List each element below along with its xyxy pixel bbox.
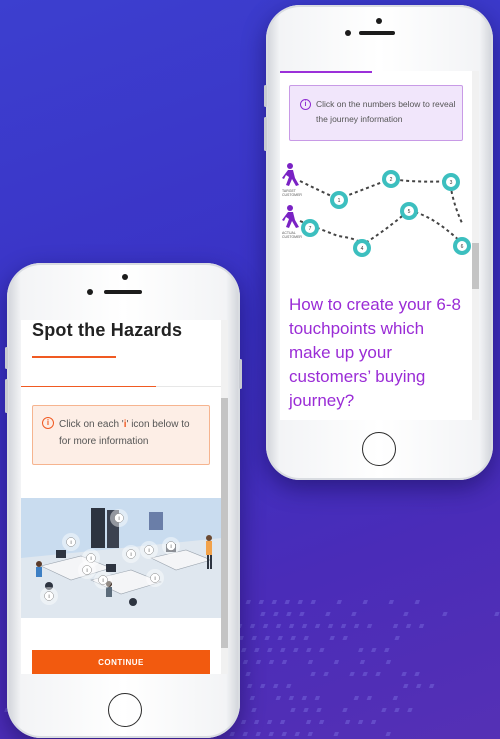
scrollbar-thumb[interactable] <box>221 398 228 648</box>
touchpoint-7[interactable]: 7 <box>301 219 319 237</box>
home-button[interactable] <box>108 693 142 727</box>
phone-camera <box>87 289 93 295</box>
scrollbar-thumb[interactable] <box>472 243 479 289</box>
phone-left: Spot the Hazards i Click on each 'i' ico… <box>7 263 240 738</box>
svg-text:i: i <box>148 548 149 554</box>
svg-text:i: i <box>102 578 103 584</box>
phone-camera <box>122 274 128 280</box>
touchpoint-1[interactable]: 1 <box>330 191 348 209</box>
svg-text:i: i <box>118 516 119 522</box>
phone-camera <box>376 18 382 24</box>
svg-text:6: 6 <box>461 244 464 250</box>
hazard-hotspot[interactable]: i <box>94 571 112 589</box>
progress-rule <box>21 386 156 387</box>
hazard-hotspot[interactable]: i <box>146 569 164 587</box>
phone-side-button <box>264 117 267 151</box>
office-hazard-illustration: i i i i i i i i i i <box>21 498 222 618</box>
target-label-line2: CUSTOMER <box>282 193 302 197</box>
svg-text:i: i <box>70 540 71 546</box>
target-customer-figure <box>282 163 299 186</box>
progress-rule <box>280 71 372 73</box>
continue-button[interactable]: CONTINUE <box>32 650 210 674</box>
info-icon: i <box>42 417 54 429</box>
svg-text:1: 1 <box>338 198 341 204</box>
phone-side-button <box>5 379 8 413</box>
phone-side-button <box>264 85 267 107</box>
hazard-hotspot[interactable]: i <box>162 537 180 555</box>
svg-text:i: i <box>154 576 155 582</box>
actual-path <box>300 211 462 245</box>
touchpoint-5[interactable]: 5 <box>400 202 418 220</box>
customer-journey-diagram: TARGET CUSTOMER ACTUAL CUSTOMER 1 2 3 4 … <box>280 161 472 271</box>
svg-text:i: i <box>170 544 171 550</box>
hazard-hotspot[interactable]: i <box>40 587 58 605</box>
actual-customer-figure <box>282 205 299 228</box>
actual-label-line2: CUSTOMER <box>282 235 302 239</box>
hazard-hotspot[interactable]: i <box>140 541 158 559</box>
phone-side-button <box>5 347 8 369</box>
svg-text:5: 5 <box>408 209 411 215</box>
instruction-text: Click on the numbers below to reveal the… <box>316 99 455 124</box>
instruction-text-prefix: Click on each ' <box>59 419 124 430</box>
hazard-hotspot[interactable]: i <box>62 533 80 551</box>
touchpoint-2[interactable]: 2 <box>382 170 400 188</box>
touchpoint-3[interactable]: 3 <box>442 173 460 191</box>
screen-right[interactable]: i Click on the numbers below to reveal t… <box>280 71 479 420</box>
svg-text:2: 2 <box>390 177 393 183</box>
info-icon: i <box>300 99 311 110</box>
instruction-box: i Click on each 'i' icon below to for mo… <box>32 405 210 465</box>
phone-camera <box>345 30 351 36</box>
svg-text:7: 7 <box>309 226 312 232</box>
hazard-hotspot[interactable]: i <box>110 509 128 527</box>
target-path <box>300 179 462 223</box>
hazard-hotspot[interactable]: i <box>122 545 140 563</box>
section-heading: How to create your 6-8 touchpoints which… <box>289 293 464 413</box>
screen-left[interactable]: Spot the Hazards i Click on each 'i' ico… <box>21 320 228 674</box>
divider <box>156 386 222 387</box>
svg-text:i: i <box>48 594 49 600</box>
svg-text:4: 4 <box>361 246 364 252</box>
instruction-box: i Click on the numbers below to reveal t… <box>289 85 463 141</box>
home-button[interactable] <box>362 432 396 466</box>
svg-text:i: i <box>86 568 87 574</box>
phone-side-button <box>239 359 242 389</box>
phone-speaker <box>104 290 142 294</box>
svg-text:i: i <box>90 556 91 562</box>
title-underline <box>32 356 116 358</box>
phone-right: i Click on the numbers below to reveal t… <box>266 5 493 480</box>
hazard-hotspot[interactable]: i <box>78 561 96 579</box>
touchpoint-4[interactable]: 4 <box>353 239 371 257</box>
phone-speaker <box>359 31 395 35</box>
svg-text:3: 3 <box>450 180 453 186</box>
svg-text:i: i <box>130 552 131 558</box>
touchpoint-6[interactable]: 6 <box>453 237 471 255</box>
page-title: Spot the Hazards <box>32 320 182 341</box>
